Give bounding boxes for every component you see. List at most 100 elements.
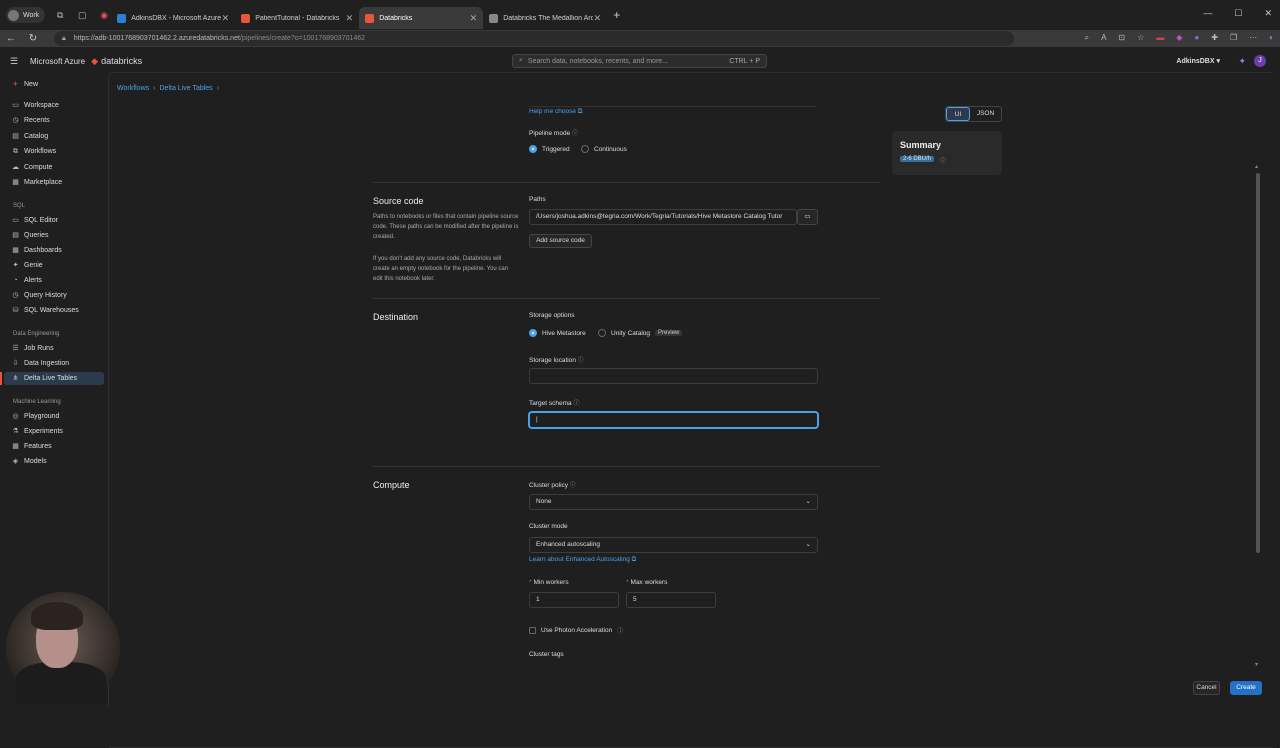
browse-folder-button[interactable]: ▭	[797, 209, 818, 225]
info-icon[interactable]: ⓘ	[578, 358, 584, 364]
tab-title: AdkinsDBX - Microsoft Azure	[131, 14, 222, 22]
store-icon: ▦	[12, 179, 19, 186]
sidebar-item-features[interactable]: ▦ Features	[4, 440, 104, 453]
assistant-icon[interactable]: ✦	[1238, 56, 1246, 67]
cluster-policy-select[interactable]: None ⌄	[529, 494, 818, 510]
copilot-icon[interactable]: ◐	[1269, 33, 1274, 43]
close-icon[interactable]: ✕	[594, 13, 602, 24]
scrollbar[interactable]	[1256, 173, 1260, 553]
info-icon[interactable]: ⓘ	[572, 131, 578, 137]
min-workers-input[interactable]: 1	[529, 592, 619, 608]
sidebar-item-job-runs[interactable]: ☰ Job Runs	[4, 342, 104, 355]
url-input[interactable]: 🔒︎ https://adb-1001768903701462.2.azured…	[54, 31, 1014, 46]
sidebar-item-sql-warehouses[interactable]: ⛁ SQL Warehouses	[4, 304, 104, 317]
sidebar-section-data-engineering: Data Engineering	[13, 331, 60, 337]
add-source-code-button[interactable]: Add source code	[529, 234, 592, 248]
sidebar-item-dashboards[interactable]: ▦ Dashboards	[4, 244, 104, 257]
radio-unity-catalog[interactable]: Unity Catalog Preview	[598, 329, 683, 337]
split-screen-icon[interactable]: ⊡	[1118, 33, 1125, 43]
sidebar-item-playground[interactable]: ◎ Playground	[4, 410, 104, 423]
source-code-title: Source code	[373, 196, 424, 206]
info-icon[interactable]: ⓘ	[570, 483, 576, 489]
tab-ui[interactable]: UI	[946, 107, 970, 121]
sidebar-item-workflows[interactable]: ⧉ Workflows	[4, 145, 104, 158]
browser-tab-databricks[interactable]: Databricks ✕	[359, 7, 484, 29]
search-input[interactable]: ⌕ Search data, notebooks, recents, and m…	[512, 54, 767, 68]
learn-enhanced-autoscaling-link[interactable]: Learn about Enhanced Autoscaling ⧉	[529, 556, 636, 564]
radio-triggered[interactable]: Triggered	[529, 145, 570, 153]
breadcrumb-workflows[interactable]: Workflows	[117, 85, 149, 92]
close-icon[interactable]: ✕	[470, 13, 478, 24]
site-favicon-icon	[489, 13, 499, 23]
menu-icon[interactable]: ☰	[10, 56, 28, 67]
new-tab-icon[interactable]: +	[613, 8, 620, 22]
browser-tab-patienttutorial[interactable]: PatientTutorial - Databricks ✕	[235, 7, 359, 29]
sidebar-item-alerts[interactable]: ◔ Alerts	[4, 274, 104, 287]
minimize-icon[interactable]: —	[1203, 8, 1212, 19]
path-input[interactable]: /Users/joshua.adkins@tegria.com/Work/Teg…	[529, 209, 797, 225]
sidebar-item-catalog[interactable]: ▤ Catalog	[4, 130, 104, 143]
sidebar-item-models[interactable]: ◈ Models	[4, 455, 104, 468]
tab-actions-icon[interactable]: ▢	[75, 8, 89, 22]
folder-icon: ▭	[804, 213, 811, 220]
tab-json[interactable]: JSON	[970, 107, 1001, 121]
databricks-brand[interactable]: ◆ databricks	[91, 56, 142, 67]
reload-icon[interactable]: ↻	[22, 33, 44, 44]
search-shortcut: CTRL + P	[729, 57, 760, 65]
webcam-overlay	[6, 592, 120, 704]
close-window-icon[interactable]: ✕	[1264, 8, 1272, 19]
storage-location-input[interactable]	[529, 368, 818, 384]
text-size-icon[interactable]: A	[1101, 33, 1106, 43]
sidebar-item-genie[interactable]: ✦ Genie	[4, 259, 104, 272]
sidebar-item-experiments[interactable]: ⚗ Experiments	[4, 425, 104, 438]
close-icon[interactable]: ✕	[346, 13, 354, 24]
info-icon[interactable]: ⓘ	[573, 401, 579, 407]
webcam-hair	[31, 602, 83, 630]
collections-icon[interactable]: ❐	[1230, 33, 1237, 43]
extension-icon[interactable]: ◆	[1176, 33, 1182, 43]
settings-more-icon[interactable]: ⋯	[1249, 33, 1257, 43]
playground-icon: ◎	[12, 413, 19, 420]
profile-button[interactable]: Work	[6, 7, 46, 23]
target-schema-input[interactable]: |	[529, 412, 818, 428]
cluster-mode-select[interactable]: Enhanced autoscaling ⌄	[529, 537, 818, 553]
workspace-switcher[interactable]: AdkinsDBX ▾	[1176, 57, 1220, 65]
scroll-up-icon[interactable]: ▴	[1255, 163, 1258, 170]
sidebar-item-delta-live-tables[interactable]: ⋔ Delta Live Tables	[0, 372, 104, 385]
back-icon[interactable]: ←	[0, 33, 22, 44]
sidebar-item-new[interactable]: + New	[4, 78, 104, 91]
sidebar-item-query-history[interactable]: ◷ Query History	[4, 289, 104, 302]
cancel-button[interactable]: Cancel	[1193, 681, 1220, 695]
sidebar-item-recents[interactable]: ◷ Recents	[4, 114, 104, 127]
info-icon[interactable]: ⓘ	[617, 626, 623, 635]
sidebar-item-queries[interactable]: ▤ Queries	[4, 229, 104, 242]
close-icon[interactable]: ✕	[222, 13, 230, 24]
workspaces-icon[interactable]: ⧉	[53, 8, 67, 22]
radio-continuous[interactable]: Continuous	[581, 145, 627, 153]
search-icon: ⌕	[519, 57, 523, 64]
info-icon[interactable]: ⓘ	[940, 156, 946, 165]
breadcrumb-delta-live-tables[interactable]: Delta Live Tables	[160, 85, 213, 92]
sidebar-item-compute[interactable]: ☁ Compute	[4, 161, 104, 174]
browser-tab-medallion[interactable]: Databricks The Medallion Archite ✕	[483, 7, 607, 29]
browser-tab-azure[interactable]: AdkinsDBX - Microsoft Azure ✕	[111, 7, 235, 29]
favorite-icon[interactable]: ☆	[1137, 33, 1144, 43]
azure-brand[interactable]: Microsoft Azure	[30, 57, 85, 66]
maximize-icon[interactable]: ☐	[1234, 8, 1242, 19]
sidebar-item-data-ingestion[interactable]: ⇩ Data Ingestion	[4, 357, 104, 370]
read-aloud-icon[interactable]: ⌕	[1085, 33, 1089, 43]
max-workers-input[interactable]: 5	[626, 592, 716, 608]
help-me-choose-link[interactable]: Help me choose ⧉	[529, 108, 582, 116]
extension-icon[interactable]: ●	[1194, 33, 1199, 43]
record-icon[interactable]: ◉	[97, 8, 111, 22]
scroll-down-icon[interactable]: ▾	[1255, 661, 1258, 668]
extension-icon[interactable]: ▬	[1156, 33, 1164, 43]
avatar[interactable]: J	[1254, 55, 1266, 67]
sidebar-item-workspace[interactable]: ▭ Workspace	[4, 99, 104, 112]
photon-checkbox[interactable]: Use Photon Acceleration ⓘ	[529, 626, 623, 635]
sidebar-item-sql-editor[interactable]: ▭ SQL Editor	[4, 214, 104, 227]
sidebar-item-marketplace[interactable]: ▦ Marketplace	[4, 176, 104, 189]
radio-hive-metastore[interactable]: Hive Metastore	[529, 329, 586, 337]
extensions-icon[interactable]: ✚	[1211, 33, 1218, 43]
create-button[interactable]: Create	[1230, 681, 1262, 695]
